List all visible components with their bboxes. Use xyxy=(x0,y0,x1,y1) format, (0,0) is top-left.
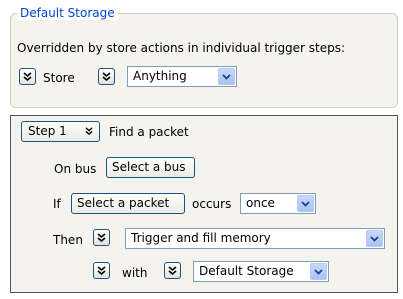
with-storage-select[interactable]: Default Storage xyxy=(193,261,329,282)
dropdown-arrow-icon[interactable] xyxy=(297,195,314,212)
store-expand-button[interactable] xyxy=(98,68,115,85)
occurs-select-value: once xyxy=(246,196,275,210)
double-chevron-down-icon xyxy=(23,72,32,81)
store-select-value: Anything xyxy=(133,69,187,83)
step-select-label: Step 1 xyxy=(28,124,67,138)
occurs-label: occurs xyxy=(192,197,232,211)
store-select[interactable]: Anything xyxy=(127,66,237,87)
double-chevron-down-icon xyxy=(85,127,93,135)
dropdown-arrow-icon[interactable] xyxy=(310,263,327,280)
default-storage-description: Overridden by store actions in individua… xyxy=(17,41,346,55)
default-storage-group xyxy=(10,13,398,108)
then-action-value: Trigger and fill memory xyxy=(131,231,271,245)
with-option-expand-button[interactable] xyxy=(164,262,181,279)
default-storage-legend: Default Storage xyxy=(17,6,118,20)
then-expand-button[interactable] xyxy=(93,229,110,246)
double-chevron-down-icon xyxy=(168,266,177,275)
dropdown-arrow-icon[interactable] xyxy=(366,230,383,247)
occurs-select[interactable]: once xyxy=(240,193,316,214)
select-packet-button[interactable]: Select a packet xyxy=(71,193,185,214)
on-bus-label: On bus xyxy=(54,162,97,176)
with-label: with xyxy=(122,266,148,280)
double-chevron-down-icon xyxy=(97,233,106,242)
double-chevron-down-icon xyxy=(97,266,106,275)
double-chevron-down-icon xyxy=(102,72,111,81)
with-storage-value: Default Storage xyxy=(199,264,294,278)
store-label: Store xyxy=(43,71,75,85)
dropdown-arrow-icon[interactable] xyxy=(218,68,235,85)
step-select-button[interactable]: Step 1 xyxy=(21,121,100,142)
select-bus-button[interactable]: Select a bus xyxy=(106,157,195,178)
storage-expand-button[interactable] xyxy=(19,68,36,85)
then-label: Then xyxy=(53,233,83,247)
then-action-select[interactable]: Trigger and fill memory xyxy=(125,228,385,249)
find-packet-label: Find a packet xyxy=(109,125,189,139)
with-expand-button[interactable] xyxy=(93,262,110,279)
if-label: If xyxy=(53,197,61,211)
